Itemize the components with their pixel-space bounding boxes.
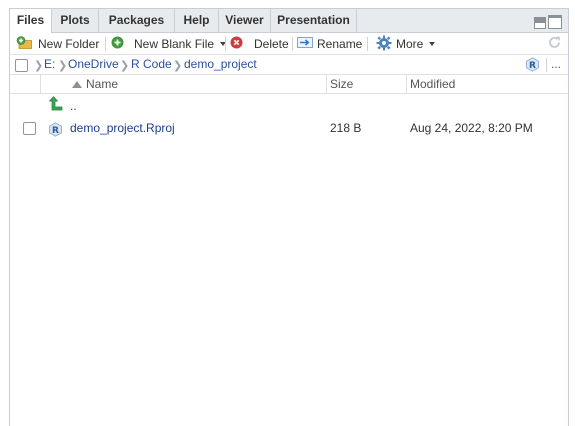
svg-text:R: R bbox=[52, 126, 59, 136]
add-circle-icon bbox=[111, 36, 124, 52]
chevron-right-icon: ❯ bbox=[120, 60, 130, 72]
rproj-file-icon: R bbox=[48, 117, 63, 141]
maximize-pane-icon[interactable] bbox=[548, 15, 562, 29]
new-folder-icon bbox=[16, 35, 34, 53]
files-pane: Files Plots Packages Help Viewer Present… bbox=[9, 8, 569, 426]
breadcrumb-item-onedrive[interactable]: OneDrive bbox=[68, 55, 119, 75]
breadcrumb-item-r-code[interactable]: R Code bbox=[131, 55, 172, 75]
chevron-right-icon: ❯ bbox=[58, 60, 68, 72]
file-name-link[interactable]: demo_project.Rproj bbox=[70, 116, 175, 140]
new-folder-label: New Folder bbox=[38, 37, 100, 51]
tab-plots[interactable]: Plots bbox=[52, 9, 99, 33]
breadcrumb-divider bbox=[546, 58, 547, 72]
tab-help[interactable]: Help bbox=[175, 9, 219, 33]
refresh-icon bbox=[547, 35, 562, 53]
column-divider bbox=[406, 75, 407, 94]
row-checkbox[interactable] bbox=[23, 122, 36, 135]
refresh-button[interactable] bbox=[547, 33, 562, 55]
breadcrumb-item-demo-project[interactable]: demo_project bbox=[184, 55, 257, 75]
chevron-right-icon: ❯ bbox=[34, 60, 44, 72]
toolbar-divider bbox=[367, 37, 368, 51]
rename-icon bbox=[297, 36, 313, 52]
chevron-right-icon: ❯ bbox=[173, 60, 183, 72]
new-folder-button[interactable]: New Folder bbox=[16, 33, 99, 55]
new-blank-file-button[interactable]: New Blank File bbox=[111, 33, 227, 55]
gear-icon bbox=[376, 35, 392, 54]
tab-viewer[interactable]: Viewer bbox=[219, 9, 271, 33]
tab-bar: Files Plots Packages Help Viewer Present… bbox=[10, 9, 568, 34]
go-to-directory-button[interactable]: ... bbox=[551, 55, 561, 75]
toolbar-divider bbox=[105, 37, 106, 51]
minimize-pane-icon[interactable] bbox=[534, 17, 546, 29]
column-header-size[interactable]: Size bbox=[330, 75, 353, 94]
more-button[interactable]: More bbox=[376, 33, 436, 55]
parent-directory-link[interactable]: .. bbox=[70, 94, 77, 118]
tab-files[interactable]: Files bbox=[10, 9, 52, 34]
files-toolbar: New Folder New Blank File Delete Rename … bbox=[10, 33, 568, 55]
toolbar-divider bbox=[292, 37, 293, 51]
column-header-name[interactable]: Name bbox=[86, 75, 118, 94]
column-header: Name Size Modified bbox=[10, 75, 568, 94]
delete-label: Delete bbox=[254, 37, 289, 51]
sort-ascending-icon[interactable] bbox=[72, 75, 82, 94]
breadcrumb-item-drive[interactable]: E: bbox=[44, 55, 55, 75]
svg-text:R: R bbox=[529, 61, 536, 71]
rename-label: Rename bbox=[317, 37, 363, 51]
list-item-parent-directory[interactable]: .. bbox=[10, 94, 568, 118]
file-size: 218 B bbox=[330, 121, 362, 135]
breadcrumb: ❯ E: ❯ OneDrive ❯ R Code ❯ demo_project … bbox=[10, 55, 568, 75]
new-blank-file-label: New Blank File bbox=[134, 37, 215, 51]
toolbar-divider bbox=[225, 37, 226, 51]
rename-button[interactable]: Rename bbox=[297, 33, 362, 55]
column-divider bbox=[326, 75, 327, 94]
tab-packages[interactable]: Packages bbox=[99, 9, 175, 33]
delete-button[interactable]: Delete bbox=[230, 33, 289, 55]
chevron-down-icon bbox=[429, 42, 436, 46]
select-all-checkbox[interactable] bbox=[15, 59, 28, 72]
table-row: R demo_project.Rproj 218 B Aug 24, 2022,… bbox=[10, 116, 568, 140]
column-header-modified[interactable]: Modified bbox=[410, 75, 455, 94]
tab-presentation[interactable]: Presentation bbox=[271, 9, 357, 33]
more-label: More bbox=[396, 37, 424, 51]
delete-icon bbox=[230, 36, 243, 52]
project-r-icon[interactable]: R bbox=[525, 57, 539, 72]
column-divider bbox=[40, 75, 41, 94]
file-modified: Aug 24, 2022, 8:20 PM bbox=[410, 121, 533, 135]
